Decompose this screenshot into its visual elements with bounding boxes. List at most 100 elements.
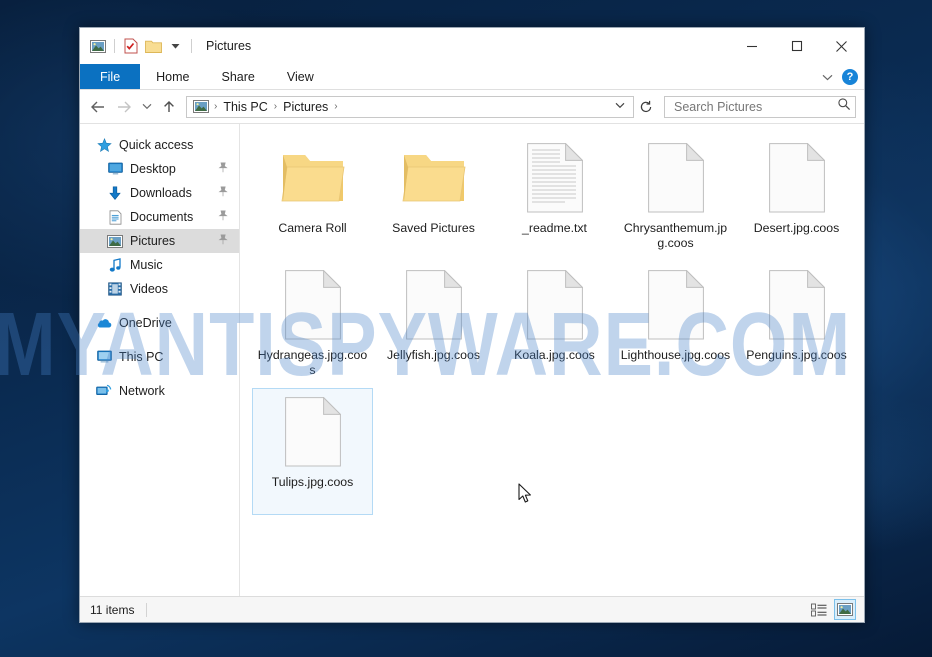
breadcrumb-separator-2[interactable]: ›: [331, 101, 340, 112]
tab-home[interactable]: Home: [140, 64, 205, 89]
folder-icon: [281, 140, 345, 216]
search-box[interactable]: [664, 95, 856, 118]
pin-icon: [218, 162, 228, 176]
sidebar-label: Downloads: [130, 186, 192, 200]
address-dropdown-icon[interactable]: [613, 101, 631, 112]
close-button[interactable]: [819, 28, 864, 64]
recent-locations-button[interactable]: [138, 95, 155, 119]
breadcrumb[interactable]: › This PC › Pictures ›: [186, 95, 634, 118]
large-icons-view-button[interactable]: [834, 599, 856, 620]
title-bar: Pictures: [80, 28, 864, 64]
refresh-button[interactable]: [636, 96, 656, 118]
status-bar: 11 items: [80, 596, 864, 622]
breadcrumb-separator-0[interactable]: ›: [211, 101, 220, 112]
blank-file-icon: [526, 267, 583, 343]
blank-file-icon: [647, 267, 704, 343]
properties-icon[interactable]: [120, 35, 142, 57]
file-label: Desert.jpg.coos: [753, 221, 840, 235]
file-label: Hydrangeas.jpg.coos: [257, 348, 368, 377]
help-icon[interactable]: ?: [842, 69, 858, 85]
back-button[interactable]: [86, 95, 110, 119]
text-file-icon: [526, 140, 583, 216]
file-item-hydrangeas[interactable]: Hydrangeas.jpg.coos: [252, 261, 373, 388]
pictures-icon[interactable]: [87, 35, 109, 57]
file-label: _readme.txt: [522, 221, 587, 235]
tab-file[interactable]: File: [80, 64, 141, 89]
sidebar-item-downloads[interactable]: Downloads: [80, 181, 239, 205]
file-label: Tulips.jpg.coos: [271, 475, 354, 489]
breadcrumb-separator-1[interactable]: ›: [271, 101, 280, 112]
search-input[interactable]: [672, 98, 837, 115]
sidebar-item-quick-access[interactable]: Quick access: [80, 133, 239, 157]
sidebar-label: Documents: [130, 210, 194, 224]
sidebar-gap-1: [80, 301, 239, 311]
customize-dropdown-icon[interactable]: [164, 35, 186, 57]
pin-icon: [218, 186, 228, 200]
blank-file-icon: [284, 267, 341, 343]
sidebar-item-this-pc[interactable]: This PC: [80, 345, 239, 369]
blank-file-icon: [405, 267, 462, 343]
sidebar-item-documents[interactable]: Documents: [80, 205, 239, 229]
sidebar-label: Music: [130, 258, 163, 272]
sidebar-label: This PC: [119, 350, 164, 364]
window-title: Pictures: [206, 39, 252, 53]
file-item-jellyfish[interactable]: Jellyfish.jpg.coos: [373, 261, 494, 388]
pictures-icon: [107, 233, 123, 249]
maximize-button[interactable]: [774, 28, 819, 64]
file-explorer-window: Pictures File Home Share View ? › This P…: [79, 27, 865, 623]
blank-file-icon: [647, 140, 704, 216]
file-item-penguins[interactable]: Penguins.jpg.coos: [736, 261, 857, 388]
sidebar-gap-2: [80, 335, 239, 345]
sidebar-label: Desktop: [130, 162, 176, 176]
details-view-button[interactable]: [808, 599, 830, 620]
file-label: Lighthouse.jpg.coos: [620, 348, 731, 362]
status-divider: [146, 602, 148, 617]
file-item-chrysanthemum[interactable]: Chrysanthemum.jpg.coos: [615, 134, 736, 261]
sidebar-label: Pictures: [130, 234, 176, 248]
forward-button[interactable]: [112, 95, 136, 119]
file-item-readme-txt[interactable]: _readme.txt: [494, 134, 615, 261]
file-label: Saved Pictures: [392, 221, 475, 235]
view-mode-buttons: [808, 599, 856, 620]
file-list-area[interactable]: Camera Roll Saved Pictures _readme.txt C…: [240, 124, 864, 596]
file-item-desert[interactable]: Desert.jpg.coos: [736, 134, 857, 261]
qat-divider-2: [191, 39, 192, 53]
folder-icon: [402, 140, 466, 216]
blank-file-icon: [768, 267, 825, 343]
desktop-icon: [107, 161, 123, 177]
file-grid: Camera Roll Saved Pictures _readme.txt C…: [252, 134, 858, 515]
sidebar-label: Videos: [130, 282, 168, 296]
sidebar-item-desktop[interactable]: Desktop: [80, 157, 239, 181]
minimize-button[interactable]: [729, 28, 774, 64]
file-label: Penguins.jpg.coos: [746, 348, 847, 362]
expand-ribbon-icon[interactable]: [822, 68, 833, 86]
sidebar-item-videos[interactable]: Videos: [80, 277, 239, 301]
quick-access-toolbar: [87, 35, 197, 57]
sidebar-item-network[interactable]: Network: [80, 379, 239, 403]
breadcrumb-item-pictures[interactable]: Pictures: [280, 100, 331, 114]
file-item-koala[interactable]: Koala.jpg.coos: [494, 261, 615, 388]
file-label: Chrysanthemum.jpg.coos: [623, 221, 728, 250]
ribbon-tab-bar: File Home Share View ?: [80, 64, 864, 90]
search-icon[interactable]: [837, 97, 851, 116]
pin-icon: [218, 210, 228, 224]
file-item-tulips[interactable]: Tulips.jpg.coos: [252, 388, 373, 515]
address-bar: › This PC › Pictures ›: [80, 90, 864, 123]
star-icon: [96, 137, 112, 153]
sidebar-label: OneDrive: [119, 316, 172, 330]
window-body: Quick access Desktop Downloads Documents…: [80, 123, 864, 596]
tab-share[interactable]: Share: [206, 64, 271, 89]
sidebar-item-music[interactable]: Music: [80, 253, 239, 277]
music-icon: [107, 257, 123, 273]
onedrive-icon: [96, 315, 112, 331]
breadcrumb-item-this-pc[interactable]: This PC: [220, 100, 270, 114]
sidebar-item-pictures[interactable]: Pictures: [80, 229, 239, 253]
file-item-lighthouse[interactable]: Lighthouse.jpg.coos: [615, 261, 736, 388]
sidebar-item-onedrive[interactable]: OneDrive: [80, 311, 239, 335]
navigation-pane: Quick access Desktop Downloads Documents…: [80, 124, 240, 596]
up-button[interactable]: [157, 95, 181, 119]
tab-view[interactable]: View: [271, 64, 330, 89]
file-item-saved-pictures[interactable]: Saved Pictures: [373, 134, 494, 261]
file-item-camera-roll[interactable]: Camera Roll: [252, 134, 373, 261]
new-folder-icon[interactable]: [142, 35, 164, 57]
